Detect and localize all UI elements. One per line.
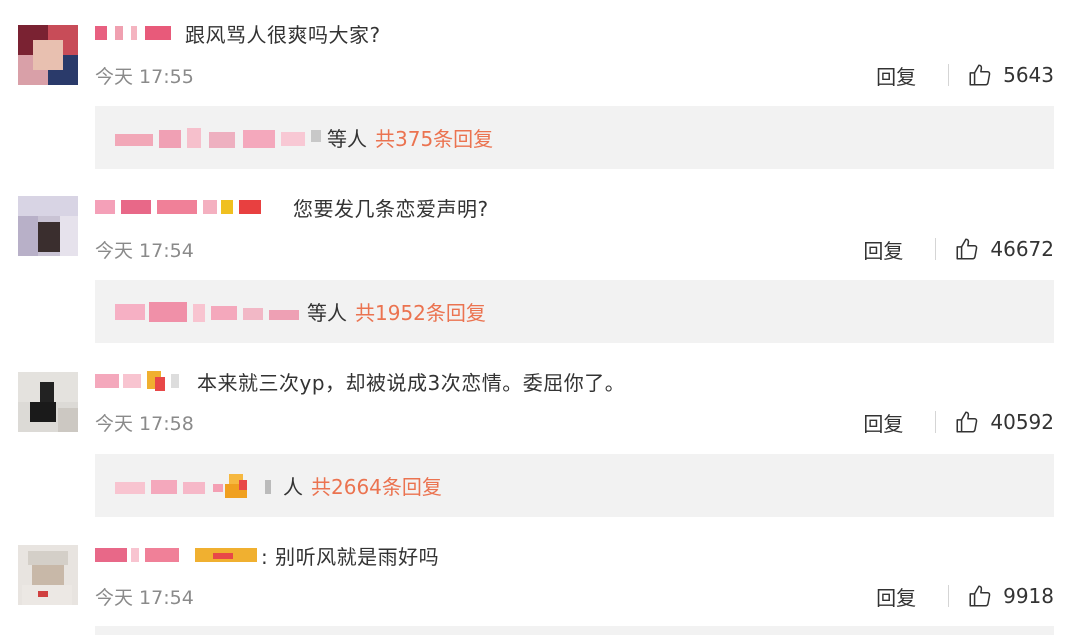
username[interactable] <box>95 197 293 217</box>
reply-button[interactable]: 回复 <box>876 61 916 90</box>
avatar[interactable] <box>18 196 78 256</box>
divider <box>948 585 950 607</box>
divider <box>935 238 937 260</box>
thumbs-up-icon[interactable] <box>967 583 993 609</box>
timestamp: 今天 17:54 <box>95 586 194 609</box>
timestamp: 今天 17:55 <box>95 65 194 88</box>
avatar[interactable] <box>18 25 78 85</box>
reply-by-label: 等人 <box>307 301 347 325</box>
comment-text: 跟风骂人很爽吗大家? <box>185 22 381 47</box>
reply-summary[interactable] <box>95 626 1054 635</box>
reply-by-label: 人 <box>283 475 303 499</box>
reply-button[interactable]: 回复 <box>863 408 903 437</box>
reply-summary[interactable]: 人 共2664条回复 <box>95 454 1054 517</box>
avatar[interactable] <box>18 372 78 432</box>
reply-count-link[interactable]: 共2664条回复 <box>311 471 442 500</box>
username[interactable] <box>95 23 185 43</box>
like-count: 5643 <box>1003 63 1054 87</box>
thumbs-up-icon[interactable] <box>954 236 980 262</box>
reply-button[interactable]: 回复 <box>876 582 916 611</box>
thumbs-up-icon[interactable] <box>967 62 993 88</box>
timestamp: 今天 17:58 <box>95 412 194 435</box>
like-count: 9918 <box>1003 584 1054 608</box>
comment-text: : 别听风就是雨好吗 <box>261 544 440 569</box>
reply-usernames <box>115 300 307 324</box>
divider <box>948 64 950 86</box>
reply-summary[interactable]: 等人 共1952条回复 <box>95 280 1054 343</box>
avatar[interactable] <box>18 545 78 605</box>
username[interactable] <box>95 371 197 391</box>
reply-by-label: 等人 <box>327 127 367 151</box>
reply-count-link[interactable]: 共375条回复 <box>375 123 493 152</box>
username[interactable] <box>95 545 261 565</box>
reply-button[interactable]: 回复 <box>863 235 903 264</box>
reply-usernames <box>115 126 327 150</box>
timestamp: 今天 17:54 <box>95 239 194 262</box>
reply-usernames <box>115 473 283 498</box>
comment-text: 本来就三次yp，却被说成3次恋情。委屈你了。 <box>197 370 626 395</box>
divider <box>935 411 937 433</box>
reply-summary[interactable]: 等人 共375条回复 <box>95 106 1054 169</box>
like-count: 46672 <box>990 237 1054 261</box>
like-count: 40592 <box>990 410 1054 434</box>
thumbs-up-icon[interactable] <box>954 409 980 435</box>
reply-count-link[interactable]: 共1952条回复 <box>355 297 486 326</box>
comment-text: 您要发几条恋爱声明? <box>293 196 489 221</box>
